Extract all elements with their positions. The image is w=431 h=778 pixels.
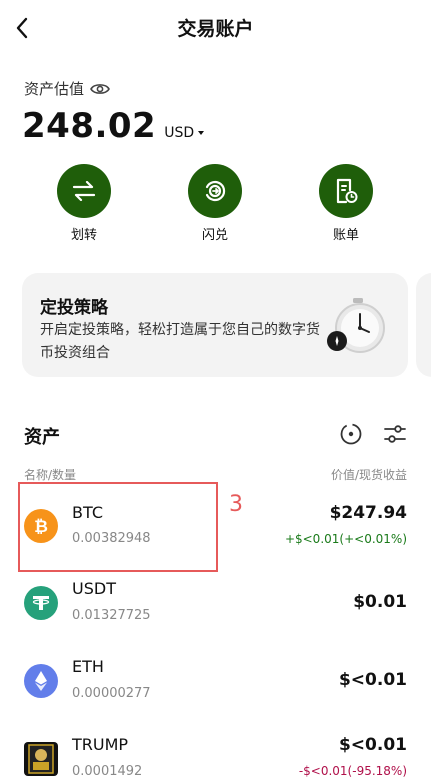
transfer-circle bbox=[57, 164, 111, 218]
asset-amount: 0.00000277 bbox=[72, 686, 151, 701]
transfer-button[interactable]: 划转 bbox=[44, 164, 124, 243]
annotation-marker: 3 bbox=[229, 492, 243, 517]
asset-value: $0.01 bbox=[353, 592, 407, 612]
header: 交易账户 bbox=[0, 0, 431, 56]
quick-actions: 划转 闪兑 账单 bbox=[0, 164, 431, 244]
asset-symbol: ETH bbox=[72, 657, 104, 676]
column-header-value[interactable]: 价值/现货收益 bbox=[331, 466, 407, 483]
tether-icon bbox=[32, 596, 50, 610]
page-title: 交易账户 bbox=[177, 18, 254, 40]
trump-coin-icon bbox=[24, 742, 58, 776]
currency-selector[interactable]: USD bbox=[164, 125, 205, 141]
asset-value: $<0.01 bbox=[338, 670, 407, 690]
transfer-label: 划转 bbox=[70, 228, 97, 243]
highlight-box bbox=[18, 482, 218, 572]
asset-symbol: USDT bbox=[72, 579, 116, 598]
swap-circle bbox=[188, 164, 242, 218]
pie-chart-icon[interactable] bbox=[339, 422, 363, 446]
portfolio-label-row: 资产估值 bbox=[24, 78, 110, 99]
bill-icon bbox=[336, 178, 358, 204]
assets-title: 资产 bbox=[24, 427, 60, 448]
currency-label: USD bbox=[164, 125, 195, 141]
stopwatch-icon bbox=[327, 298, 385, 353]
dca-strategy-card[interactable]: 定投策略 开启定投策略，轻松打造属于您自己的数字货币投资组合 bbox=[22, 273, 408, 377]
swap-label: 闪兑 bbox=[201, 228, 228, 243]
ethereum-icon bbox=[35, 671, 47, 691]
asset-row-eth[interactable]: ETH 0.00000277 $<0.01 bbox=[0, 647, 431, 717]
portfolio-label: 资产估值 bbox=[24, 80, 85, 98]
dca-title: 定投策略 bbox=[40, 298, 108, 318]
asset-value: $247.94 bbox=[329, 503, 407, 523]
bill-button[interactable]: 账单 bbox=[306, 164, 386, 243]
asset-pnl: -$<0.01(-95.18%) bbox=[298, 764, 407, 778]
asset-amount: 0.0001492 bbox=[72, 764, 143, 778]
balance-value: 248.02 bbox=[22, 106, 157, 146]
asset-pnl: +$<0.01(+<0.01%) bbox=[284, 532, 407, 546]
filter-settings-icon[interactable] bbox=[383, 422, 407, 446]
caret-down-icon bbox=[198, 131, 205, 135]
eth-coin-icon bbox=[24, 664, 58, 698]
trump-token-icon bbox=[28, 744, 54, 774]
dca-description: 开启定投策略，轻松打造属于您自己的数字货币投资组合 bbox=[40, 322, 320, 361]
column-header-name: 名称/数量 bbox=[24, 468, 77, 482]
assets-toolbar bbox=[339, 422, 407, 446]
eye-icon[interactable] bbox=[90, 82, 110, 96]
swap-icon bbox=[205, 180, 226, 202]
asset-row-usdt[interactable]: USDT 0.01327725 $0.01 bbox=[0, 569, 431, 639]
asset-symbol: TRUMP bbox=[72, 735, 129, 754]
next-card-peek[interactable] bbox=[416, 273, 431, 377]
bill-circle bbox=[319, 164, 373, 218]
asset-amount: 0.01327725 bbox=[72, 608, 151, 623]
swap-button[interactable]: 闪兑 bbox=[175, 164, 255, 243]
bill-label: 账单 bbox=[332, 228, 359, 243]
asset-value: $<0.01 bbox=[338, 735, 407, 755]
balance-row: 248.02 USD bbox=[22, 106, 205, 146]
transfer-icon bbox=[72, 181, 96, 201]
asset-row-trump[interactable]: TRUMP 0.0001492 $<0.01 -$<0.01(-95.18%) bbox=[0, 725, 431, 778]
usdt-coin-icon bbox=[24, 586, 58, 620]
